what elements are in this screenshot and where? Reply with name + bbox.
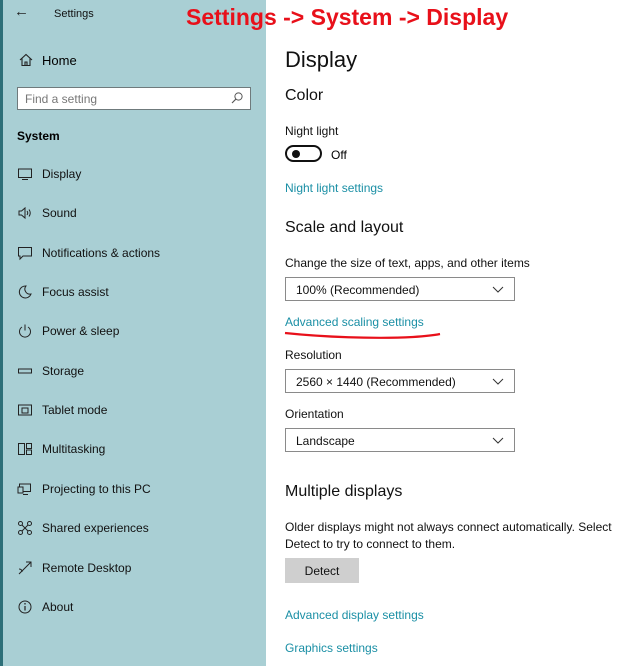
sidebar-item-focus-assist[interactable]: Focus assist bbox=[0, 276, 266, 308]
advanced-display-settings-link[interactable]: Advanced display settings bbox=[285, 608, 424, 622]
drive-icon bbox=[18, 368, 32, 374]
search-input[interactable] bbox=[18, 88, 224, 109]
sidebar-item-storage[interactable]: Storage bbox=[0, 355, 266, 387]
sidebar-item-label: Projecting to this PC bbox=[42, 482, 151, 496]
app-title: Settings bbox=[54, 8, 94, 20]
section-title: System bbox=[17, 129, 60, 143]
night-light-label: Night light bbox=[285, 124, 339, 138]
home-nav[interactable]: Home bbox=[18, 50, 77, 70]
share-icon bbox=[18, 521, 32, 535]
search-box bbox=[17, 87, 251, 110]
page-title: Display bbox=[285, 47, 358, 72]
tablet-icon bbox=[18, 404, 32, 416]
sidebar-item-label: Shared experiences bbox=[42, 521, 149, 535]
sidebar-item-label: Power & sleep bbox=[42, 324, 120, 338]
sidebar-item-tablet-mode[interactable]: Tablet mode bbox=[0, 394, 266, 426]
annotation-text: Settings -> System -> Display bbox=[186, 4, 509, 30]
projector-icon bbox=[17, 483, 31, 495]
sidebar-item-label: Tablet mode bbox=[42, 403, 108, 417]
color-heading: Color bbox=[285, 87, 324, 104]
toggle-knob bbox=[292, 150, 300, 158]
sidebar-item-label: Storage bbox=[42, 364, 85, 378]
sidebar-item-remote-desktop[interactable]: Remote Desktop bbox=[0, 552, 266, 584]
multiple-displays-heading: Multiple displays bbox=[285, 483, 403, 500]
red-underline-annotation bbox=[284, 331, 441, 339]
multitask-icon bbox=[18, 443, 32, 455]
night-light-state: Off bbox=[331, 148, 347, 162]
sidebar-item-notifications[interactable]: Notifications & actions bbox=[0, 237, 266, 269]
chevron-down-icon bbox=[492, 286, 504, 293]
sidebar-item-power-sleep[interactable]: Power & sleep bbox=[0, 315, 266, 347]
night-light-settings-link[interactable]: Night light settings bbox=[285, 181, 383, 195]
sidebar-item-label: Sound bbox=[42, 206, 77, 220]
sidebar: ← Settings Home System Display Sound bbox=[0, 0, 266, 666]
speaker-icon bbox=[18, 206, 31, 220]
sidebar-item-label: Focus assist bbox=[42, 285, 109, 299]
resolution-value: 2560 × 1440 (Recommended) bbox=[296, 375, 456, 389]
sidebar-item-shared-experiences[interactable]: Shared experiences bbox=[0, 512, 266, 544]
scale-description: Change the size of text, apps, and other… bbox=[285, 256, 530, 270]
sidebar-item-label: Multitasking bbox=[42, 442, 106, 456]
night-light-toggle[interactable] bbox=[285, 145, 322, 162]
message-icon bbox=[18, 247, 32, 261]
moon-icon bbox=[18, 285, 32, 299]
sidebar-item-label: Notifications & actions bbox=[42, 246, 161, 260]
info-icon bbox=[18, 600, 32, 614]
resolution-dropdown[interactable]: 2560 × 1440 (Recommended) bbox=[285, 369, 515, 393]
resolution-label: Resolution bbox=[285, 348, 342, 362]
power-icon bbox=[19, 324, 31, 338]
graphics-settings-link[interactable]: Graphics settings bbox=[285, 641, 378, 655]
sidebar-item-display[interactable]: Display bbox=[0, 158, 266, 190]
orientation-label: Orientation bbox=[285, 407, 344, 421]
orientation-value: Landscape bbox=[296, 434, 355, 448]
sidebar-item-about[interactable]: About bbox=[0, 591, 266, 623]
chevron-down-icon bbox=[492, 437, 504, 444]
detect-button[interactable]: Detect bbox=[285, 558, 359, 583]
sidebar-item-projecting[interactable]: Projecting to this PC bbox=[0, 473, 266, 505]
sidebar-item-sound[interactable]: Sound bbox=[0, 197, 266, 229]
multiple-displays-description: Older displays might not always connect … bbox=[285, 520, 612, 551]
sidebar-item-label: Remote Desktop bbox=[42, 561, 132, 575]
home-label: Home bbox=[42, 52, 77, 68]
search-icon[interactable] bbox=[230, 91, 244, 105]
home-icon bbox=[19, 53, 33, 67]
sidebar-item-multitasking[interactable]: Multitasking bbox=[0, 433, 266, 465]
remote-icon bbox=[18, 561, 32, 575]
sidebar-item-label: Display bbox=[42, 167, 82, 181]
sidebar-item-label: About bbox=[42, 600, 74, 614]
monitor-icon bbox=[18, 168, 32, 180]
scale-heading: Scale and layout bbox=[285, 219, 404, 236]
chevron-down-icon bbox=[492, 378, 504, 385]
back-arrow-icon[interactable]: ← bbox=[14, 3, 29, 20]
scale-value: 100% (Recommended) bbox=[296, 283, 420, 297]
orientation-dropdown[interactable]: Landscape bbox=[285, 428, 515, 452]
scale-dropdown[interactable]: 100% (Recommended) bbox=[285, 277, 515, 301]
